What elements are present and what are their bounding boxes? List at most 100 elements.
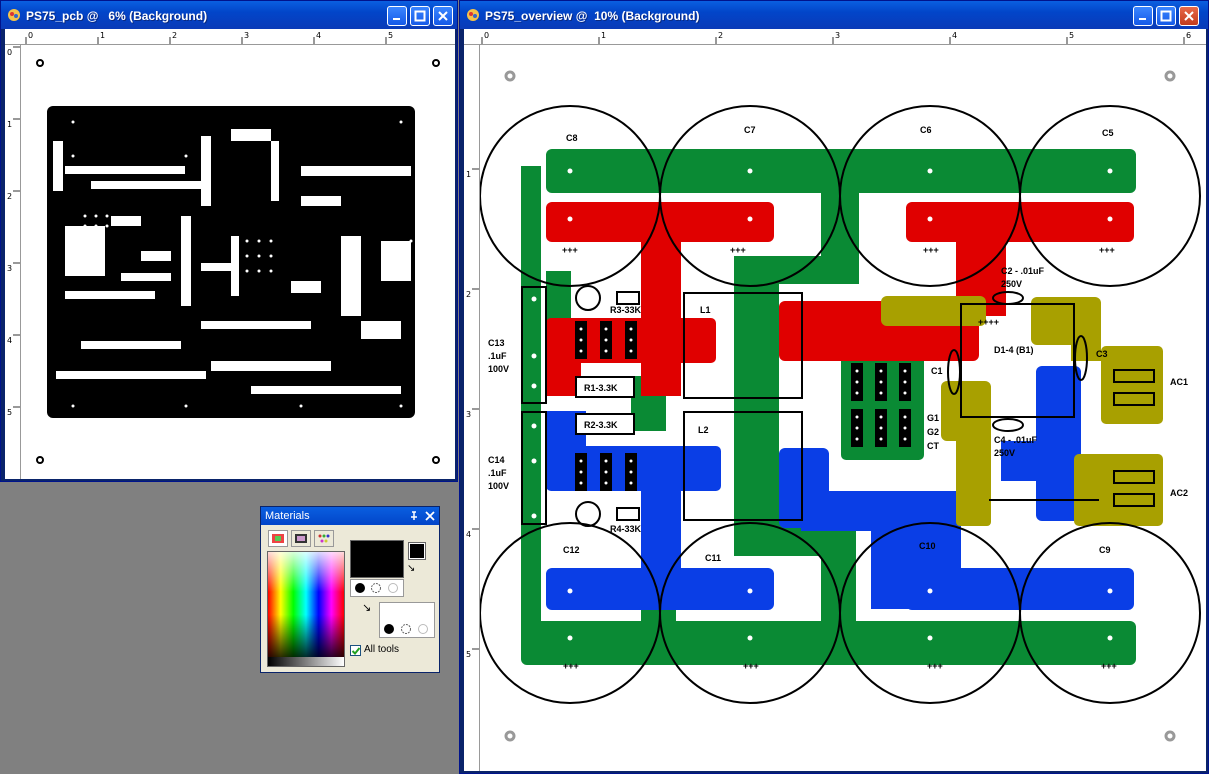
- label-c11: C11: [705, 553, 721, 563]
- ruler-label: 1: [601, 31, 606, 40]
- pin-icon[interactable]: [409, 511, 419, 521]
- paint-shop-icon: [467, 9, 479, 21]
- tab-rainbow[interactable]: [268, 530, 288, 547]
- materials-title: Materials: [265, 510, 310, 522]
- ruler-label: 5: [466, 650, 471, 659]
- ruler-label: 4: [7, 336, 12, 345]
- ruler-label: 5: [7, 408, 12, 417]
- overview-window-titlebar[interactable]: PS75_overview @ 10% (Background): [460, 1, 1208, 29]
- label-r1: R1-3.3K: [584, 383, 618, 393]
- ruler-label: 1: [466, 170, 471, 179]
- dots-icon: [318, 534, 330, 543]
- maximize-button[interactable]: [1156, 6, 1176, 26]
- ruler-label: 2: [7, 192, 12, 201]
- minimize-button[interactable]: [1133, 6, 1153, 26]
- label-c4: C4 - .01uF: [994, 435, 1038, 445]
- ruler-label: 2: [718, 31, 723, 40]
- ruler-ticks: 0 1 2 3 4 5 6: [481, 31, 1191, 44]
- tab-dots[interactable]: [314, 530, 334, 547]
- close-button[interactable]: [433, 6, 453, 26]
- paint-shop-icon: [8, 9, 20, 21]
- minimize-button[interactable]: [387, 6, 407, 26]
- label-c10: C10: [919, 541, 936, 551]
- close-button[interactable]: [1179, 6, 1199, 26]
- overview-window-title: PS75_overview @ 10% (Background): [485, 9, 700, 23]
- swap-materials-icon[interactable]: ↘: [362, 601, 376, 615]
- ruler-label: 3: [835, 31, 840, 40]
- ruler-label: 0: [484, 31, 489, 40]
- label-r2: R2-3.3K: [584, 420, 618, 430]
- label-c13-voltage: 100V: [488, 364, 509, 374]
- ruler-label: 4: [952, 31, 957, 40]
- grayscale-strip[interactable]: [268, 657, 344, 666]
- pcb-artwork: [36, 59, 440, 464]
- label-r4: R4-33K: [610, 524, 642, 534]
- label-c6: C6: [920, 125, 932, 135]
- solid-style-icon: [355, 583, 398, 593]
- pcb-window[interactable]: PS75_pcb @ 6% (Background) 0 1 2 3 4 5 0: [0, 0, 458, 482]
- label-c2-voltage: 250V: [1001, 279, 1022, 289]
- ruler-label: 0: [28, 31, 33, 40]
- horizontal-ruler: 0 1 2 3 4 5: [5, 29, 455, 45]
- overview-artwork: C8 C7 C6 C5 +++ +++ +++ +++ ++++ +++ +++…: [479, 70, 1201, 742]
- label-plus: +++: [743, 661, 759, 671]
- pcb-window-titlebar[interactable]: PS75_pcb @ 6% (Background): [1, 1, 457, 29]
- label-c8: C8: [566, 133, 578, 143]
- pcb-window-title: PS75_pcb @ 6% (Background): [26, 9, 208, 23]
- label-c7: C7: [744, 125, 756, 135]
- label-c14-value: .1uF: [488, 468, 507, 478]
- label-c12: C12: [563, 545, 580, 555]
- check-icon: [351, 647, 361, 655]
- ruler-label: 3: [244, 31, 249, 40]
- label-c9: C9: [1099, 545, 1111, 555]
- ruler-ticks: 1 2 3 4 5: [466, 168, 479, 659]
- overview-canvas[interactable]: C8 C7 C6 C5 +++ +++ +++ +++ ++++ +++ +++…: [479, 45, 1206, 771]
- overview-window[interactable]: PS75_overview @ 10% (Background) 0 1 2 3…: [459, 0, 1209, 774]
- swap-colors-icon[interactable]: ↘: [407, 563, 421, 575]
- spectrum-white-overlay: [268, 552, 344, 592]
- label-plus: +++: [1099, 245, 1115, 255]
- maximize-button[interactable]: [410, 6, 430, 26]
- vertical-ruler: 1 2 3 4 5: [464, 45, 480, 771]
- label-plus: +++: [1101, 661, 1117, 671]
- label-c1: C1: [931, 366, 943, 376]
- all-tools-label: All tools: [364, 644, 400, 655]
- style-buttons-bottom[interactable]: [379, 620, 435, 638]
- all-tools-checkbox[interactable]: [350, 645, 361, 656]
- label-plus: +++: [562, 245, 578, 255]
- close-icon[interactable]: [425, 511, 435, 521]
- pcb-canvas[interactable]: [21, 45, 455, 479]
- materials-titlebar[interactable]: Materials: [261, 507, 439, 525]
- label-d14: D1-4 (B1): [994, 345, 1034, 355]
- label-l1: L1: [700, 305, 711, 315]
- ruler-label: 4: [466, 530, 471, 539]
- materials-palette[interactable]: Materials ↘ ↘ All tools: [260, 506, 440, 673]
- tab-swatches[interactable]: [291, 530, 311, 547]
- ruler-label: 0: [7, 48, 12, 57]
- label-l2: L2: [698, 425, 709, 435]
- ruler-label: 5: [388, 31, 393, 40]
- ruler-ticks: 0 1 2 3 4 5: [25, 31, 393, 44]
- label-g2: G2: [927, 427, 939, 437]
- ruler-label: 6: [1186, 31, 1191, 40]
- label-ct: CT: [927, 441, 939, 451]
- label-plus: +++: [730, 245, 746, 255]
- background-swatch-small[interactable]: [408, 542, 426, 560]
- label-ac2: AC2: [1170, 488, 1188, 498]
- swatches-icon: [295, 534, 307, 543]
- label-plus: +++: [563, 661, 579, 671]
- style-buttons-top[interactable]: [350, 579, 404, 597]
- foreground-swatch[interactable]: [350, 540, 404, 578]
- label-c5: C5: [1102, 128, 1114, 138]
- ruler-label: 2: [466, 290, 471, 299]
- label-plus: +++: [923, 245, 939, 255]
- label-c3: C3: [1096, 349, 1108, 359]
- label-ac1: AC1: [1170, 377, 1188, 387]
- label-r3: R3-33K: [610, 305, 642, 315]
- ruler-label: 3: [466, 410, 471, 419]
- rainbow-icon: [272, 534, 284, 543]
- solid-style-icon: [384, 624, 428, 634]
- ruler-label: 2: [172, 31, 177, 40]
- ruler-label: 4: [316, 31, 321, 40]
- label-c13: C13: [488, 338, 505, 348]
